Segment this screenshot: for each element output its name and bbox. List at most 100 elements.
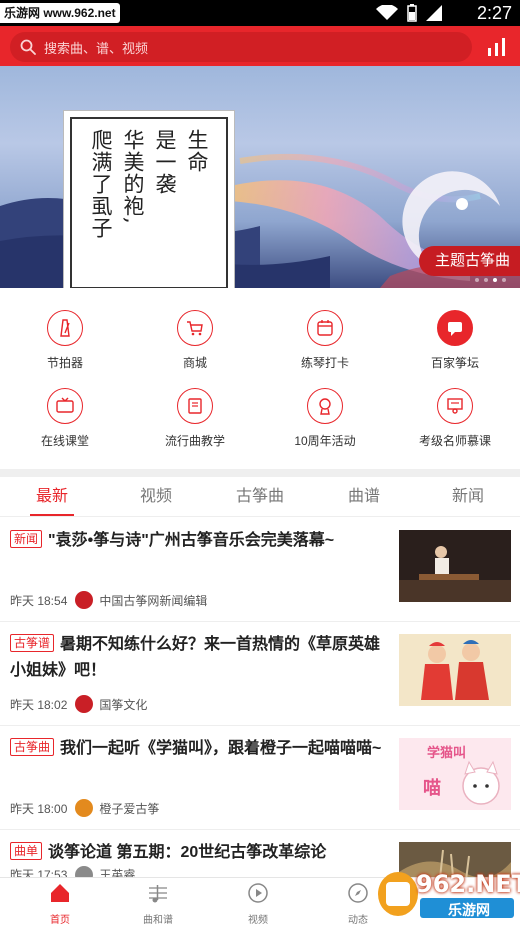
section-divider: [0, 469, 520, 477]
carousel-dot: [502, 278, 506, 282]
active-tab-indicator: [30, 514, 74, 516]
article-title-text: 暑期不知练什么好？来一首热情的《草原英雄小姐妹》吧！: [10, 636, 381, 679]
banner-theme-tag[interactable]: 主题古筝曲: [418, 246, 520, 276]
feature-grid: 节拍器 商城 练琴打卡 百家筝坛 在线课堂 流行曲教学 10周年活动 考级名师慕…: [0, 300, 520, 465]
grid-item-checkin[interactable]: 练琴打卡: [260, 300, 390, 372]
ranking-icon[interactable]: [486, 36, 508, 56]
category-badge: 曲单: [10, 842, 43, 860]
article-item[interactable]: 古筝曲 我们一起听《学猫叫》，跟着橙子一起喵喵喵~ 昨天 18:00 橙子爱古筝 …: [0, 726, 520, 830]
article-title: 新闻 "袁莎•筝与诗"广州古筝音乐会完美落幕~: [10, 528, 382, 554]
grid-label: 流行曲教学: [164, 434, 225, 448]
carousel-dot: [475, 278, 479, 282]
article-item[interactable]: 新闻 "袁莎•筝与诗"广州古筝音乐会完美落幕~ 昨天 18:54 中国古筝网新闻编…: [0, 518, 520, 622]
article-title-text: "袁莎•筝与诗"广州古筝音乐会完美落幕~: [48, 532, 335, 549]
article-title-text: 我们一起听《学猫叫》，跟着橙子一起喵喵喵~: [60, 740, 382, 757]
cart-icon: [187, 321, 203, 336]
compass-icon: [348, 883, 368, 903]
article-time: 昨天 18:02: [10, 697, 68, 712]
article-time: 昨天 18:00: [10, 801, 68, 816]
banner-carousel[interactable]: 生命 是一袭 华美的袍, 爬满了虱子 主题古筝曲: [0, 66, 520, 288]
article-source: 国筝文化: [99, 697, 148, 712]
carousel-dot-active: [493, 278, 497, 282]
article-title-text: 谈筝论道 第五期：20世纪古筝改革综论: [48, 844, 327, 861]
article-title: 古筝曲 我们一起听《学猫叫》，跟着橙子一起喵喵喵~: [10, 736, 382, 762]
forum-icon: [448, 322, 462, 336]
tab-guzheng-music[interactable]: 古筝曲: [208, 477, 312, 517]
teacher-icon: [447, 398, 463, 414]
source-avatar: [75, 695, 94, 713]
poem-line: 爬满了虱子: [89, 129, 113, 239]
clock: 2:27: [476, 3, 512, 23]
grid-item-exam-mooc[interactable]: 考级名师慕课: [390, 378, 520, 450]
article-title: 曲单 谈筝论道 第五期：20世纪古筝改革综论: [10, 840, 382, 866]
article-thumbnail: [399, 530, 511, 602]
play-icon: [248, 883, 268, 903]
poem-card: 生命 是一袭 华美的袍, 爬满了虱子: [63, 110, 235, 288]
tab-news[interactable]: 新闻: [416, 477, 520, 517]
search-input[interactable]: 搜索曲、谱、视频: [10, 32, 472, 62]
metronome-icon: [60, 319, 70, 337]
book-icon: [188, 398, 202, 414]
article-meta: 昨天 18:00 橙子爱古筝: [10, 799, 159, 817]
grid-label: 10周年活动: [294, 434, 356, 448]
poem-line: 是一袭: [153, 129, 177, 195]
top-bar: 搜索曲、谱、视频: [0, 26, 520, 66]
grid-item-shop[interactable]: 商城: [130, 300, 260, 372]
carousel-indicator: [475, 278, 506, 282]
grid-item-online-class[interactable]: 在线课堂: [0, 378, 130, 450]
tab-video[interactable]: 视频: [104, 477, 208, 517]
signal-icon: [426, 5, 442, 21]
nav-music-score[interactable]: 曲和谱: [108, 882, 208, 925]
site-watermark: 乐游网 www.962.net: [0, 3, 120, 23]
nav-label: 曲和谱: [143, 915, 173, 925]
tab-latest[interactable]: 最新: [0, 477, 104, 517]
search-icon: [20, 39, 36, 55]
grid-label: 商城: [182, 356, 207, 370]
poem-line: 华美的袍,: [121, 129, 145, 225]
nav-label: 首页: [50, 915, 70, 925]
nav-home[interactable]: 首页: [10, 882, 110, 925]
thumbnail-caption: 喵: [423, 778, 441, 798]
status-bar: 乐游网 www.962.net 2:27: [0, 0, 520, 26]
article-thumbnail: 学猫叫 喵: [399, 738, 511, 810]
nav-label: 视频: [248, 915, 268, 925]
grid-item-forum[interactable]: 百家筝坛: [390, 300, 520, 372]
article-title: 古筝谱 暑期不知练什么好？来一首热情的《草原英雄小姐妹》吧！: [10, 632, 382, 684]
tv-icon: [56, 397, 74, 413]
home-icon: [51, 884, 69, 902]
grid-label: 在线课堂: [40, 434, 89, 448]
article-source: 橙子爱古筝: [99, 801, 160, 816]
nav-video[interactable]: 视频: [208, 882, 308, 925]
grid-item-anniversary[interactable]: 10周年活动: [260, 378, 390, 450]
article-item[interactable]: 古筝谱 暑期不知练什么好？来一首热情的《草原英雄小姐妹》吧！ 昨天 18:02 国…: [0, 622, 520, 726]
cartoon-girls-illustration: [399, 634, 511, 706]
search-placeholder: 搜索曲、谱、视频: [44, 40, 149, 56]
grid-label: 节拍器: [46, 356, 83, 370]
poem-line: 生命: [185, 129, 209, 173]
music-score-icon: [149, 885, 167, 903]
category-badge: 古筝曲: [10, 738, 55, 756]
wifi-icon: [376, 5, 398, 20]
grid-item-metronome[interactable]: 节拍器: [0, 300, 130, 372]
source-avatar: [75, 591, 94, 609]
status-icons: [376, 4, 442, 22]
article-meta: 昨天 18:54 中国古筝网新闻编辑: [10, 591, 207, 609]
battery-icon: [407, 4, 417, 22]
article-time: 昨天 18:54: [10, 593, 68, 608]
article-source: 中国古筝网新闻编辑: [99, 593, 208, 608]
content-tabs: 最新 视频 古筝曲 曲谱 新闻: [0, 477, 520, 517]
calendar-icon: [317, 320, 333, 336]
watermark-sub: 乐游网: [448, 902, 490, 918]
carousel-dot: [484, 278, 488, 282]
category-badge: 新闻: [10, 530, 43, 548]
category-badge: 古筝谱: [10, 634, 55, 652]
grid-label: 练琴打卡: [300, 356, 349, 370]
watermark-brand: 962.NET: [416, 870, 520, 898]
article-meta: 昨天 18:02 国筝文化: [10, 695, 147, 713]
grid-item-pop-teaching[interactable]: 流行曲教学: [130, 378, 260, 450]
thumbnail-caption: 学猫叫: [427, 745, 467, 760]
tab-score[interactable]: 曲谱: [312, 477, 416, 517]
grid-label: 百家筝坛: [430, 356, 479, 370]
trophy-icon: [319, 398, 331, 415]
concert-photo: [399, 530, 511, 602]
